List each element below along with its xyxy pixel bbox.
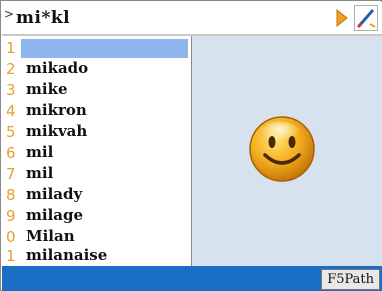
list-item[interactable]: 2 mikado (2, 59, 191, 80)
list-item[interactable]: 8 milady (2, 185, 191, 206)
item-number: 8 (6, 186, 16, 204)
item-number: 2 (6, 60, 16, 78)
item-word: milage (26, 206, 84, 224)
item-number: 3 (6, 81, 16, 99)
item-word: mikvah (26, 122, 88, 140)
edit-button[interactable] (354, 5, 378, 31)
item-number: 9 (6, 207, 16, 225)
item-word: mil (26, 143, 54, 161)
item-number: 1 (6, 39, 16, 57)
search-input[interactable]: mi*kl (16, 8, 70, 28)
item-word: milanaise (26, 246, 108, 264)
item-word: mil (26, 164, 54, 182)
item-number: 5 (6, 123, 16, 141)
item-number: 4 (6, 102, 16, 120)
f5path-button[interactable]: F5Path (321, 269, 380, 290)
list-item[interactable]: 0 Milan (2, 227, 191, 248)
item-word: mikado (26, 59, 89, 77)
selection-highlight (21, 39, 188, 58)
list-item[interactable]: 3 mike (2, 80, 191, 101)
list-item[interactable]: 1 milanaise (2, 246, 191, 267)
item-word: Milan (26, 227, 75, 245)
item-word: mikron (26, 101, 87, 119)
status-bar: F5Path (2, 266, 382, 291)
play-arrow-icon[interactable] (336, 9, 348, 27)
list-item[interactable]: 7 mil (2, 164, 191, 185)
item-number: 7 (6, 165, 16, 183)
word-list: 1 2 mikado 3 mike 4 mikron 5 mikvah 6 mi… (2, 36, 192, 266)
list-item[interactable]: 4 mikron (2, 101, 191, 122)
list-item[interactable]: 6 mil (2, 143, 191, 164)
item-word: milady (26, 185, 83, 203)
smiley-face-icon (249, 116, 315, 182)
pencil-icon (356, 9, 376, 29)
list-item[interactable]: 9 milage (2, 206, 191, 227)
app-window: > mi*kl 1 2 mikado 3 mike 4 mikron 5 mik… (0, 0, 382, 291)
item-number: 6 (6, 144, 16, 162)
item-word: mike (26, 80, 68, 98)
preview-pane (192, 36, 382, 266)
item-number: 0 (6, 228, 16, 246)
search-bar: > mi*kl (2, 2, 382, 36)
item-number: 1 (6, 247, 16, 265)
list-item[interactable]: 1 (2, 38, 191, 59)
prompt-caret: > (4, 7, 15, 21)
list-item[interactable]: 5 mikvah (2, 122, 191, 143)
